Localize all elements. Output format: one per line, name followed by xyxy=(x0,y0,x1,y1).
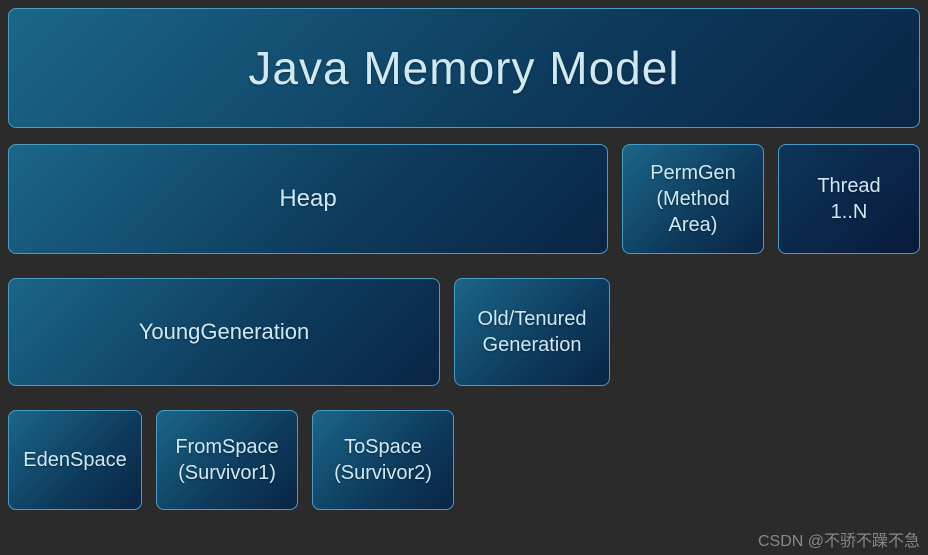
young-generation-box: YoungGeneration xyxy=(8,278,440,386)
thread-box: Thread 1..N xyxy=(778,144,920,254)
title-row: Java Memory Model xyxy=(8,8,920,128)
old-generation-box: Old/Tenured Generation xyxy=(454,278,610,386)
title-text: Java Memory Model xyxy=(248,41,679,95)
watermark-text: CSDN @不骄不躁不急 xyxy=(758,533,920,550)
to-space-box: ToSpace (Survivor2) xyxy=(312,410,454,510)
memory-areas-row: Heap PermGen (Method Area) Thread 1..N xyxy=(8,144,920,254)
spaces-row: EdenSpace FromSpace (Survivor1) ToSpace … xyxy=(8,410,920,510)
eden-space-box: EdenSpace xyxy=(8,410,142,510)
permgen-label: PermGen (Method Area) xyxy=(650,160,736,238)
old-label: Old/Tenured Generation xyxy=(478,306,587,358)
heap-box: Heap xyxy=(8,144,608,254)
to-label: ToSpace (Survivor2) xyxy=(334,434,432,486)
thread-label: Thread 1..N xyxy=(817,173,880,225)
eden-label: EdenSpace xyxy=(23,449,126,472)
from-label: FromSpace (Survivor1) xyxy=(175,434,278,486)
generations-row: YoungGeneration Old/Tenured Generation xyxy=(8,278,920,386)
from-space-box: FromSpace (Survivor1) xyxy=(156,410,298,510)
title-box: Java Memory Model xyxy=(8,8,920,128)
young-label: YoungGeneration xyxy=(139,319,309,345)
permgen-box: PermGen (Method Area) xyxy=(622,144,764,254)
heap-label: Heap xyxy=(279,185,336,213)
watermark: CSDN @不骄不躁不急 xyxy=(758,527,920,551)
